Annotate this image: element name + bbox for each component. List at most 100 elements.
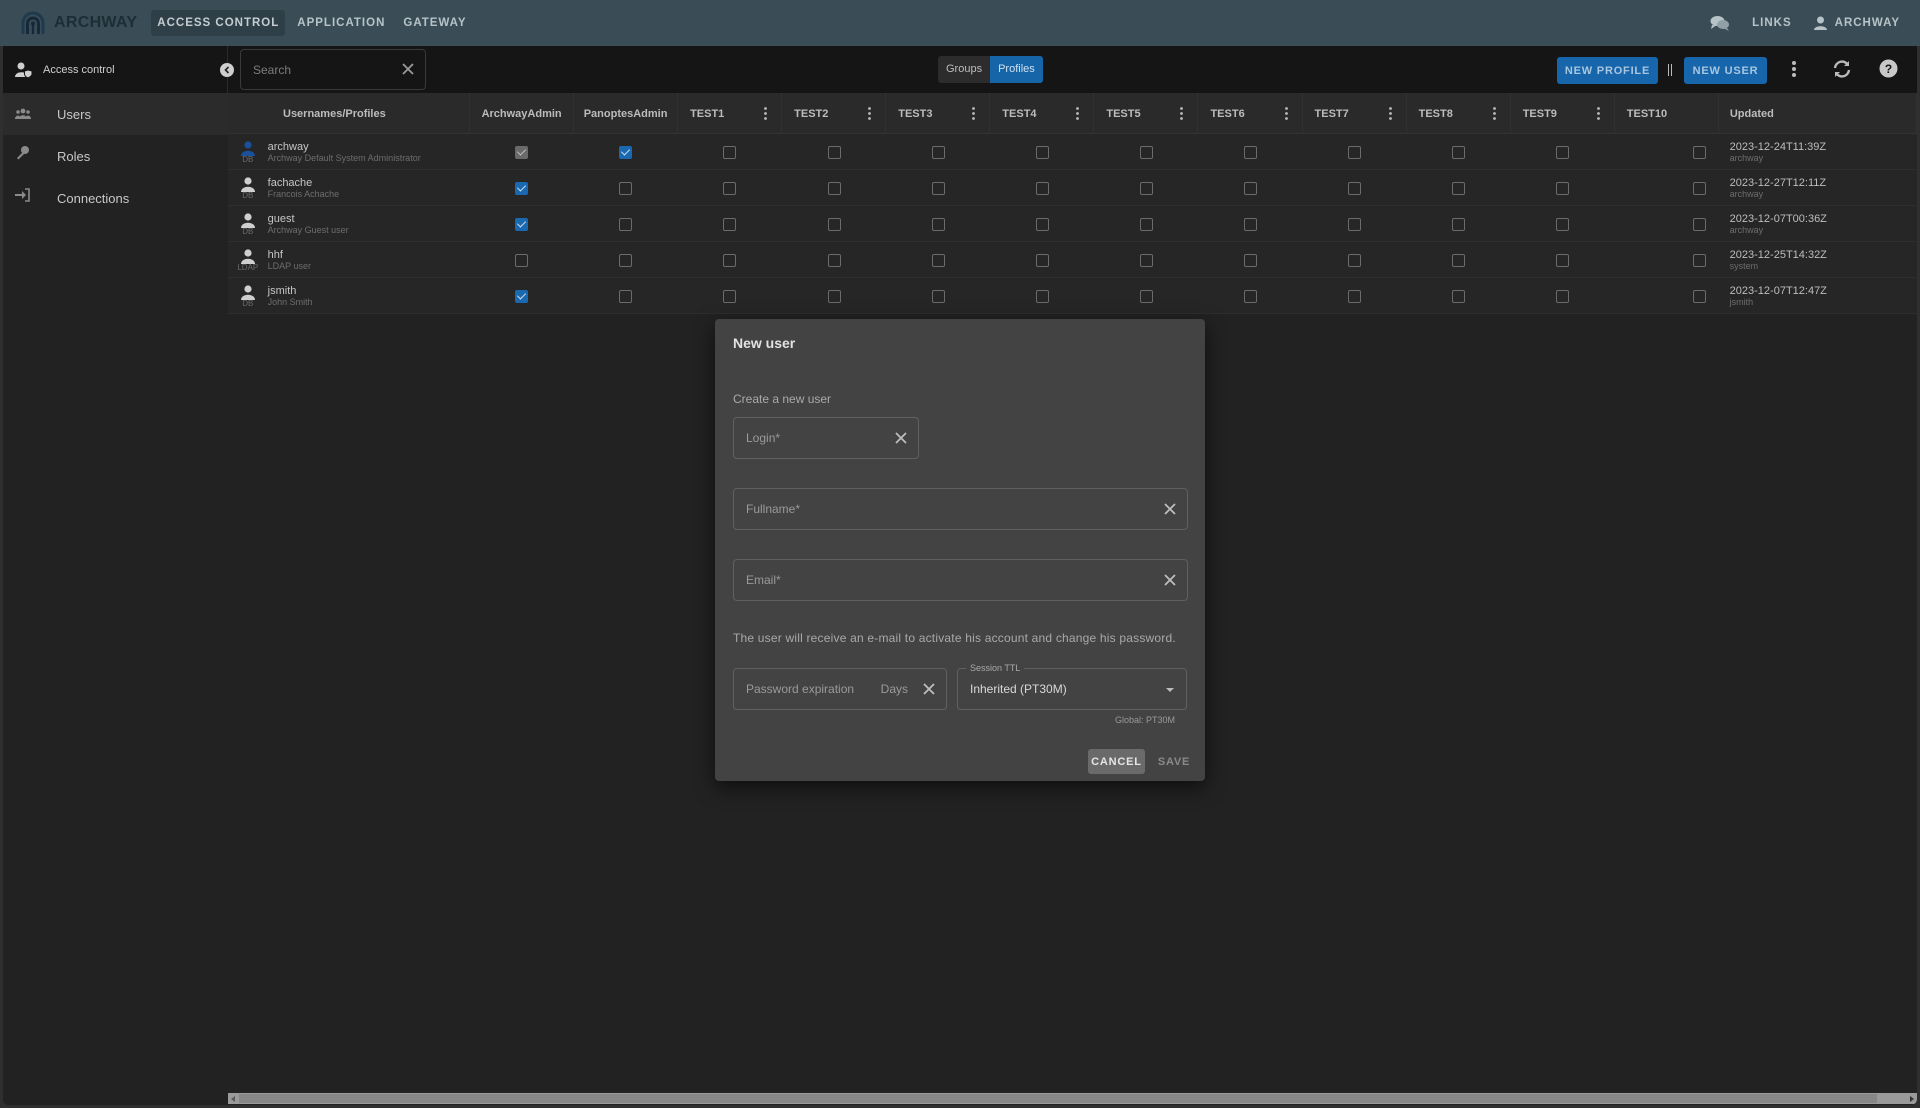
profile-checkbox-test2[interactable] (827, 253, 841, 267)
table-row[interactable]: DB archway Archway Default System Administ… (228, 134, 1917, 170)
user-name-cell[interactable]: guest Archway Guest user (268, 206, 470, 242)
column-menu-icon[interactable] (1284, 107, 1288, 120)
scrollbar-thumb[interactable] (239, 1094, 1877, 1103)
brand-logo[interactable]: ARCHWAY (20, 10, 137, 36)
profile-checkbox-test7[interactable] (1347, 181, 1361, 195)
profile-checkbox-test10[interactable] (1692, 289, 1706, 303)
clear-search-icon[interactable] (401, 62, 415, 76)
profile-checkbox-test2[interactable] (827, 181, 841, 195)
column-header-test4[interactable]: TEST4 (990, 93, 1095, 134)
profile-checkbox-test3[interactable] (931, 145, 945, 159)
profile-checkbox-test2[interactable] (827, 145, 841, 159)
column-header-test1[interactable]: TEST1 (678, 93, 783, 134)
column-menu-icon[interactable] (1076, 107, 1080, 120)
profile-checkbox-test5[interactable] (1139, 253, 1153, 267)
column-header-panoptesadmin[interactable]: PanoptesAdmin (574, 93, 679, 134)
profile-checkbox-test1[interactable] (723, 253, 737, 267)
table-row[interactable]: DB jsmith John Smith 2023-12-07T12:47Z jsmit… (228, 278, 1917, 314)
email-input[interactable] (746, 573, 1109, 587)
profile-checkbox-test5[interactable] (1139, 145, 1153, 159)
profile-checkbox-test8[interactable] (1451, 217, 1465, 231)
profile-checkbox-panoptesadmin[interactable] (619, 217, 633, 231)
profile-checkbox-test5[interactable] (1139, 217, 1153, 231)
search-input[interactable] (253, 62, 393, 77)
nav-gateway[interactable]: GATEWAY (397, 10, 472, 36)
toggle-profiles[interactable]: Profiles (990, 56, 1043, 83)
save-button[interactable]: SAVE (1156, 749, 1192, 774)
user-name-cell[interactable]: archway Archway Default System Administra… (268, 134, 470, 170)
column-header-test10[interactable]: TEST10 (1615, 93, 1719, 134)
clear-email-icon[interactable] (1163, 573, 1177, 587)
profile-checkbox-panoptesadmin[interactable] (619, 289, 633, 303)
profile-checkbox-test10[interactable] (1692, 145, 1706, 159)
clear-password-expiration-icon[interactable] (922, 682, 936, 696)
profile-checkbox-test6[interactable] (1243, 217, 1257, 231)
user-name-cell[interactable]: hhf LDAP user (268, 242, 470, 278)
nav-access-control[interactable]: ACCESS CONTROL (151, 10, 286, 36)
sidebar-item-users[interactable]: Users (3, 93, 228, 135)
profile-checkbox-test5[interactable] (1139, 181, 1153, 195)
profile-checkbox-test8[interactable] (1451, 289, 1465, 303)
user-menu[interactable]: ARCHWAY (1813, 16, 1900, 30)
profile-checkbox-test7[interactable] (1347, 289, 1361, 303)
new-profile-button[interactable]: NEW PROFILE (1557, 57, 1658, 84)
profile-checkbox-test3[interactable] (931, 253, 945, 267)
profile-checkbox-test10[interactable] (1692, 181, 1706, 195)
profile-checkbox-panoptesadmin[interactable] (619, 253, 633, 267)
sidebar-item-connections[interactable]: Connections (3, 177, 228, 219)
profile-checkbox-test6[interactable] (1243, 289, 1257, 303)
table-row[interactable]: DB guest Archway Guest user 2023-12-07T00:3… (228, 206, 1917, 242)
links-menu[interactable]: LINKS (1752, 17, 1792, 29)
fullname-field[interactable] (733, 488, 1188, 530)
table-row[interactable]: LDAP hhf LDAP user 2023-12-25T14:32Z system (228, 242, 1917, 278)
clear-login-icon[interactable] (894, 431, 908, 445)
profile-checkbox-test9[interactable] (1555, 289, 1569, 303)
column-menu-icon[interactable] (1492, 107, 1496, 120)
profile-checkbox-test5[interactable] (1139, 289, 1153, 303)
column-header-test3[interactable]: TEST3 (886, 93, 991, 134)
help-icon[interactable]: ? (1879, 59, 1898, 78)
profile-checkbox-test3[interactable] (931, 289, 945, 303)
profile-checkbox-test8[interactable] (1451, 253, 1465, 267)
column-header-archwayadmin[interactable]: ArchwayAdmin (470, 93, 575, 134)
profile-checkbox-panoptesadmin[interactable] (619, 181, 633, 195)
profile-checkbox-archwayadmin[interactable] (515, 217, 529, 231)
profile-checkbox-test6[interactable] (1243, 181, 1257, 195)
user-name-cell[interactable]: jsmith John Smith (268, 278, 470, 314)
column-header-updated[interactable]: Updated (1719, 93, 1917, 134)
profile-checkbox-archwayadmin[interactable] (515, 289, 529, 303)
profile-checkbox-test4[interactable] (1035, 145, 1049, 159)
profile-checkbox-test8[interactable] (1451, 145, 1465, 159)
profile-checkbox-test1[interactable] (723, 181, 737, 195)
profile-checkbox-test1[interactable] (723, 289, 737, 303)
column-header-usernames-profiles[interactable]: Usernames/Profiles (228, 93, 471, 134)
column-menu-icon[interactable] (1596, 107, 1600, 120)
profile-checkbox-test4[interactable] (1035, 217, 1049, 231)
login-field[interactable] (733, 417, 919, 459)
profile-checkbox-archwayadmin[interactable] (515, 145, 529, 159)
column-menu-icon[interactable] (1180, 107, 1184, 120)
login-input[interactable] (746, 431, 894, 445)
profile-checkbox-test2[interactable] (827, 217, 841, 231)
column-header-test8[interactable]: TEST8 (1407, 93, 1511, 134)
profile-checkbox-test10[interactable] (1692, 253, 1706, 267)
fullname-input[interactable] (746, 502, 1109, 516)
column-header-test6[interactable]: TEST6 (1198, 93, 1303, 134)
column-header-test9[interactable]: TEST9 (1511, 93, 1615, 134)
nav-application[interactable]: APPLICATION (291, 10, 391, 36)
toggle-groups[interactable]: Groups (938, 56, 990, 83)
profile-checkbox-test2[interactable] (827, 289, 841, 303)
profile-checkbox-test6[interactable] (1243, 145, 1257, 159)
email-field[interactable] (733, 559, 1188, 601)
profile-checkbox-test9[interactable] (1555, 145, 1569, 159)
profile-checkbox-panoptesadmin[interactable] (619, 145, 633, 159)
horizontal-scrollbar[interactable] (228, 1093, 1917, 1104)
search-field[interactable] (240, 49, 426, 90)
profile-checkbox-test10[interactable] (1692, 217, 1706, 231)
scroll-left-arrow-icon[interactable] (231, 1096, 235, 1102)
collapse-sidebar-button[interactable] (220, 63, 234, 77)
profile-checkbox-test1[interactable] (723, 217, 737, 231)
profile-checkbox-test1[interactable] (723, 145, 737, 159)
refresh-icon[interactable] (1832, 59, 1852, 79)
profile-checkbox-archwayadmin[interactable] (515, 253, 529, 267)
